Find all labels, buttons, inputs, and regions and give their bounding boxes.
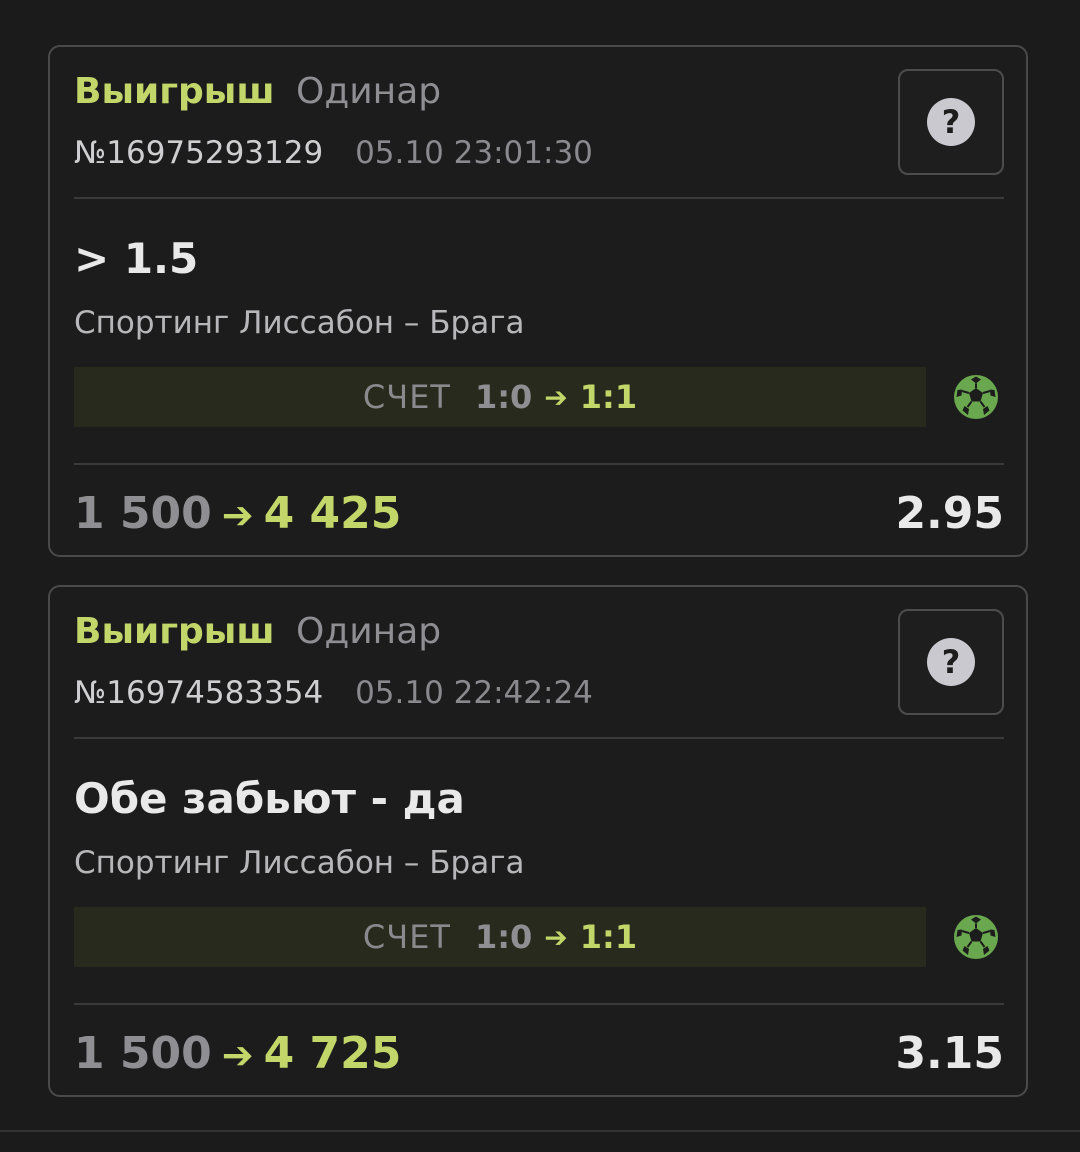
bet-odds: 2.95	[895, 488, 1004, 539]
arrow-right-icon: ➔	[221, 493, 254, 537]
bet-status: Выигрыш	[74, 611, 275, 652]
football-icon	[954, 915, 998, 959]
bet-card[interactable]: Выигрыш Одинар №16975293129 05.10 23:01:…	[48, 45, 1028, 557]
payout-amount: 4 725	[263, 1028, 402, 1079]
divider	[74, 1003, 1004, 1005]
bet-type: Одинар	[296, 71, 442, 112]
football-icon	[954, 375, 998, 419]
bet-datetime: 05.10 22:42:24	[355, 675, 593, 711]
arrow-right-icon: ➔	[544, 380, 568, 414]
score-to: 1:1	[579, 378, 638, 416]
question-icon: ?	[927, 638, 975, 686]
stake-amount: 1 500	[74, 1028, 212, 1079]
help-button[interactable]: ?	[898, 69, 1004, 175]
bet-datetime: 05.10 23:01:30	[355, 135, 593, 171]
bet-header: Выигрыш Одинар	[74, 69, 441, 115]
arrow-right-icon: ➔	[221, 1033, 254, 1077]
divider	[74, 737, 1004, 739]
score-bar: СЧЕТ 1:0 ➔ 1:1	[74, 367, 926, 427]
arrow-right-icon: ➔	[544, 920, 568, 954]
bottom-divider	[0, 1130, 1080, 1132]
help-button[interactable]: ?	[898, 609, 1004, 715]
payout-amount: 4 425	[263, 488, 402, 539]
bet-id: №16975293129	[74, 135, 324, 171]
bet-meta: №16975293129 05.10 23:01:30	[74, 133, 593, 173]
score-label: СЧЕТ	[362, 918, 451, 956]
match-teams: Спортинг Лиссабон – Брага	[74, 305, 525, 341]
bet-id: №16974583354	[74, 675, 324, 711]
score-from: 1:0	[474, 378, 533, 416]
bet-market: Обе забьют - да	[74, 774, 465, 823]
divider	[74, 463, 1004, 465]
bet-card[interactable]: Выигрыш Одинар №16974583354 05.10 22:42:…	[48, 585, 1028, 1097]
score-to: 1:1	[579, 918, 638, 956]
bet-header: Выигрыш Одинар	[74, 609, 441, 655]
amount-line: 1 500 ➔ 4 725	[74, 1027, 401, 1082]
bet-market: > 1.5	[74, 234, 199, 283]
divider	[74, 197, 1004, 199]
score-label: СЧЕТ	[362, 378, 451, 416]
score-bar: СЧЕТ 1:0 ➔ 1:1	[74, 907, 926, 967]
bet-type: Одинар	[296, 611, 442, 652]
bet-status: Выигрыш	[74, 71, 275, 112]
bet-odds: 3.15	[895, 1028, 1004, 1079]
amount-line: 1 500 ➔ 4 425	[74, 487, 401, 542]
score-from: 1:0	[474, 918, 533, 956]
stake-amount: 1 500	[74, 488, 212, 539]
match-teams: Спортинг Лиссабон – Брага	[74, 845, 525, 881]
bet-meta: №16974583354 05.10 22:42:24	[74, 673, 593, 713]
question-icon: ?	[927, 98, 975, 146]
